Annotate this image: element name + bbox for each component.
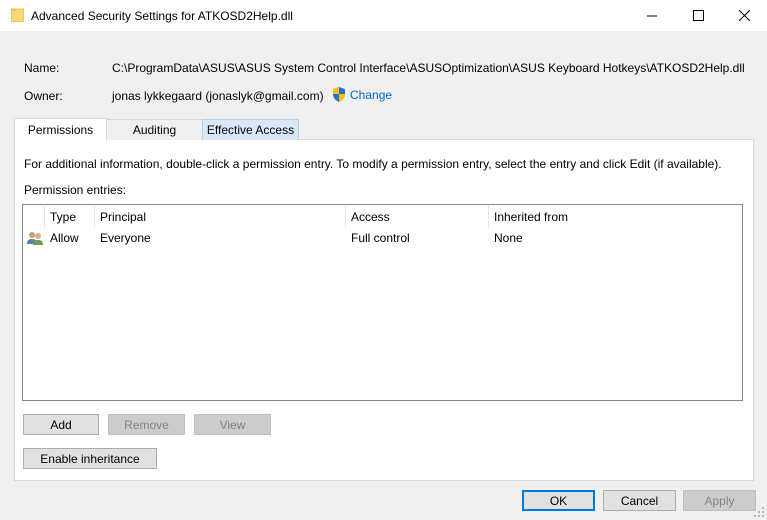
users-icon <box>27 232 43 245</box>
name-value: C:\ProgramData\ASUS\ASUS System Control … <box>112 61 745 75</box>
apply-button[interactable]: Apply <box>683 490 756 511</box>
maximize-icon <box>692 10 704 21</box>
column-header-access[interactable]: Access <box>346 206 489 228</box>
resize-grip-icon[interactable] <box>753 506 765 518</box>
row-access: Full control <box>351 231 410 245</box>
minimize-button[interactable] <box>629 0 675 31</box>
owner-label: Owner: <box>24 89 63 103</box>
permission-entries-label: Permission entries: <box>24 183 127 197</box>
close-icon <box>738 10 750 21</box>
column-header-type[interactable]: Type <box>45 206 95 228</box>
row-type: Allow <box>50 231 79 245</box>
name-label: Name: <box>24 61 60 75</box>
window-title: Advanced Security Settings for ATKOSD2He… <box>31 9 293 23</box>
add-button[interactable]: Add <box>23 414 99 435</box>
title-bar[interactable]: Advanced Security Settings for ATKOSD2He… <box>0 0 767 31</box>
uac-shield-icon <box>333 87 345 102</box>
view-button[interactable]: View <box>194 414 271 435</box>
column-header-inherited-from[interactable]: Inherited from <box>489 206 613 228</box>
enable-inheritance-button[interactable]: Enable inheritance <box>23 448 157 469</box>
row-inherited-from: None <box>494 231 523 245</box>
row-principal: Everyone <box>100 231 151 245</box>
cancel-button[interactable]: Cancel <box>603 490 676 511</box>
column-header-principal[interactable]: Principal <box>95 206 346 228</box>
close-button[interactable] <box>721 0 767 31</box>
info-text: For additional information, double-click… <box>24 157 722 171</box>
change-link-label: Change <box>350 87 393 102</box>
folder-icon <box>11 8 24 22</box>
minimize-icon <box>646 15 657 17</box>
maximize-button[interactable] <box>675 0 721 31</box>
ok-button[interactable]: OK <box>522 490 595 511</box>
tab-auditing[interactable]: Auditing <box>106 119 203 140</box>
tab-permissions[interactable]: Permissions <box>14 118 107 141</box>
column-header-icon[interactable] <box>23 206 45 228</box>
owner-value: jonas lykkegaard (jonaslyk@gmail.com) <box>112 89 324 103</box>
remove-button[interactable]: Remove <box>108 414 185 435</box>
permission-entries-list[interactable]: Type Principal Access Inherited from All… <box>22 204 743 401</box>
tab-effective-access[interactable]: Effective Access <box>202 119 299 140</box>
change-owner-link[interactable]: Change <box>332 87 392 102</box>
